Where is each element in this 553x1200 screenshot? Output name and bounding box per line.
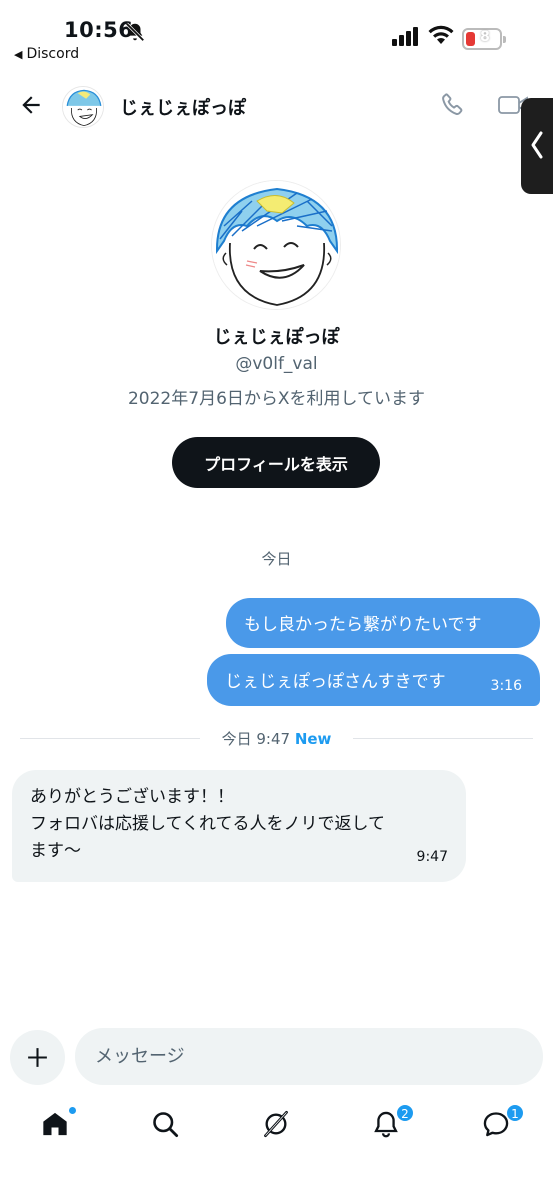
phone-icon[interactable] — [440, 92, 466, 118]
conversation-header: じぇじぇぽっぽ — [0, 80, 553, 134]
received-message-bubble[interactable]: ありがとうございます！！ フォロバは応援してくれてる人をノリで返して ます〜 9… — [12, 770, 466, 882]
received-message-line: ありがとうございます！！ — [30, 787, 234, 807]
sent-message-text: じぇじぇぽっぽさんすきです — [225, 672, 446, 692]
back-triangle-icon: ◀ — [14, 48, 23, 61]
view-profile-button[interactable]: プロフィールを表示 — [172, 437, 380, 488]
search-icon — [153, 1112, 179, 1138]
back-app-label: Discord — [26, 46, 80, 62]
back-to-app-link[interactable]: ◀ Discord — [14, 46, 79, 62]
received-message-line: ます〜 — [30, 841, 81, 861]
bottom-navigation: 2 1 — [0, 1100, 553, 1160]
message-timestamp: 9:47 — [416, 849, 448, 865]
plus-icon — [28, 1048, 47, 1067]
received-message-line: フォロバは応援してくれてる人をノリで返して — [30, 814, 385, 834]
sent-message-bubble[interactable]: じぇじぇぽっぽさんすきです 3:16 — [207, 654, 540, 706]
profile-name: じぇじぇぽっぽ — [213, 327, 340, 348]
bell-slash-icon — [125, 22, 145, 42]
nav-notifications[interactable]: 2 — [372, 1104, 414, 1142]
home-unread-dot — [68, 1106, 77, 1115]
wifi-icon — [428, 25, 454, 44]
status-bar: 10:56 ◀ Discord 8 — [0, 0, 553, 70]
nav-messages[interactable]: 1 — [482, 1104, 524, 1142]
add-attachment-button[interactable] — [10, 1030, 65, 1085]
profile-joined-date: 2022年7月6日からXを利用しています — [127, 389, 426, 409]
back-arrow-icon[interactable] — [18, 92, 44, 118]
chevron-left-icon — [531, 131, 543, 159]
nav-home[interactable] — [41, 1106, 77, 1142]
date-separator: 今日 — [261, 550, 292, 568]
cellular-signal-icon — [392, 27, 418, 46]
new-messages-divider: 今日 9:47 New — [20, 727, 533, 749]
nav-grok[interactable] — [262, 1110, 294, 1142]
message-timestamp: 3:16 — [490, 678, 522, 694]
avatar[interactable] — [62, 86, 104, 128]
sent-message-bubble[interactable]: もし良かったら繋がりたいです — [226, 598, 540, 648]
home-icon — [43, 1112, 67, 1136]
divider-time-label: 今日 9:47 — [221, 730, 291, 748]
header-username[interactable]: じぇじぇぽっぽ — [120, 94, 246, 120]
side-panel-handle[interactable] — [521, 98, 553, 194]
battery-indicator: 8 — [462, 28, 506, 50]
sent-message-text: もし良かったら繋がりたいです — [244, 615, 482, 635]
battery-percent: 8 — [480, 29, 490, 45]
message-input[interactable] — [75, 1028, 543, 1085]
grok-icon — [264, 1110, 288, 1138]
status-time: 10:56 — [64, 18, 134, 42]
new-indicator: New — [294, 730, 332, 748]
nav-search[interactable] — [151, 1110, 183, 1142]
profile-handle: @v0lf_val — [235, 354, 318, 374]
messages-badge: 1 — [506, 1104, 524, 1122]
profile-avatar[interactable] — [211, 180, 341, 310]
notifications-badge: 2 — [396, 1104, 414, 1122]
